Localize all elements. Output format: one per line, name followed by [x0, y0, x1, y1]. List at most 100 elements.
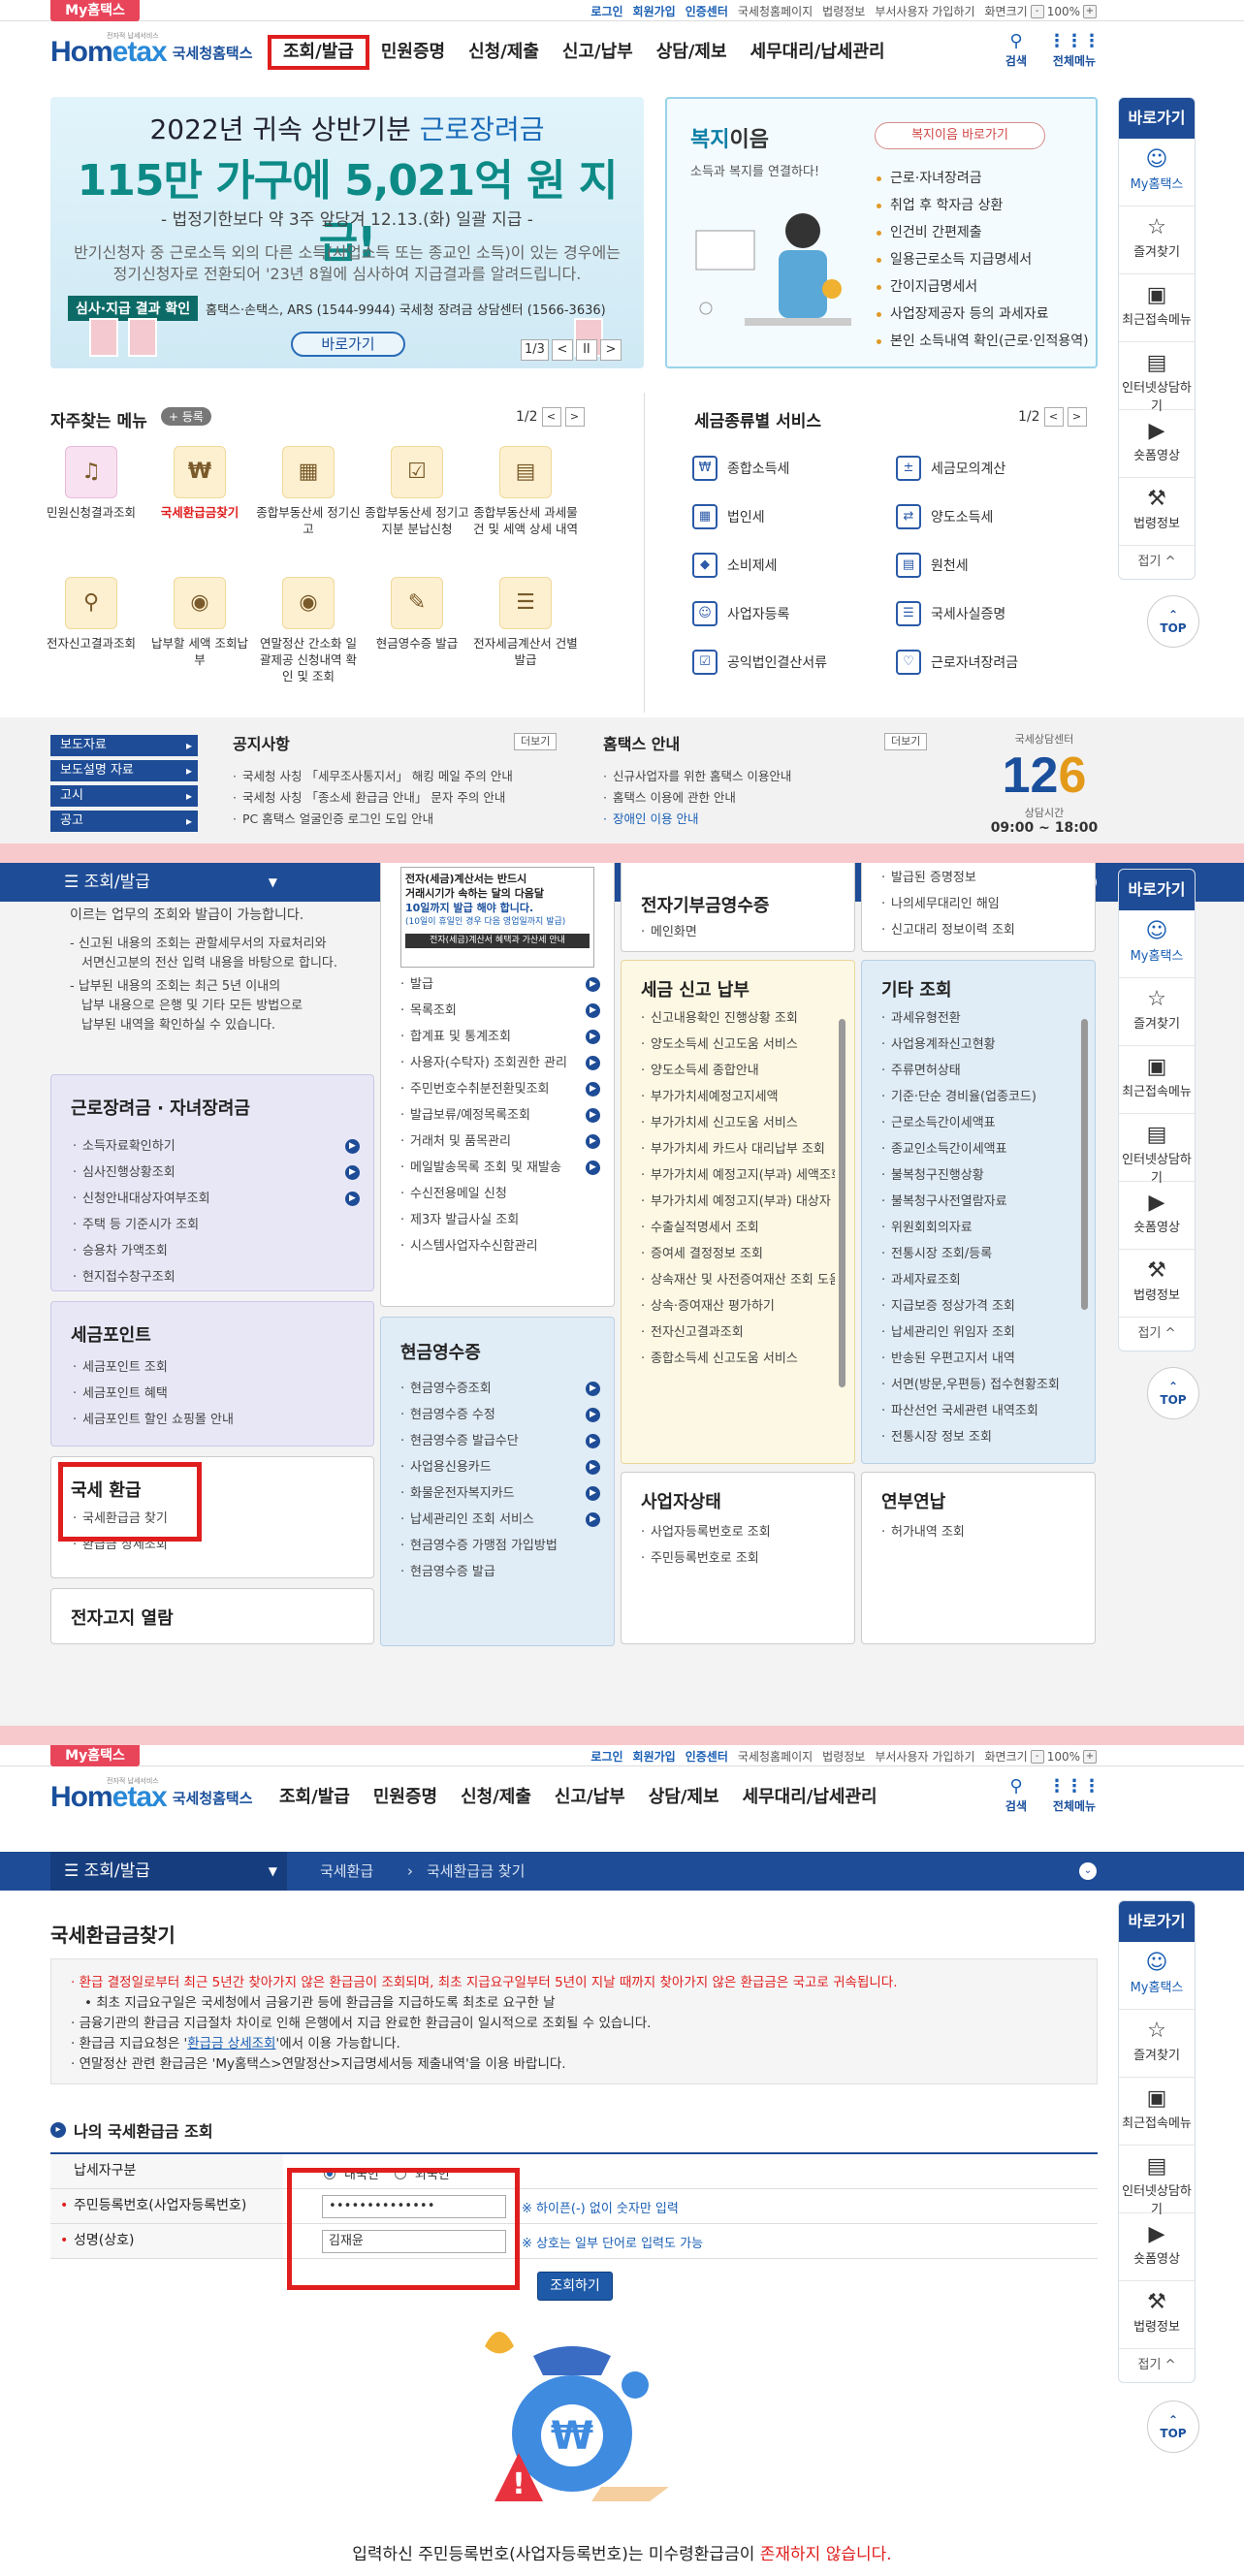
zoom-out-button[interactable]: -: [1030, 1749, 1044, 1764]
menu-link[interactable]: 수신전용메일 신청: [400, 1181, 600, 1207]
sidebar-law[interactable]: ⚒ 법령정보: [1119, 478, 1195, 546]
sidebar-shorts[interactable]: ▶ 숏폼영상: [1119, 410, 1195, 478]
sidebar-law[interactable]: ⚒ 법령정보: [1119, 2281, 1195, 2349]
tax-service-item[interactable]: ± 세금모의계산: [896, 456, 1005, 481]
nav-report-pay[interactable]: 신고/납부: [543, 1780, 637, 1815]
zoom-in-button[interactable]: +: [1083, 1749, 1097, 1764]
menu-link[interactable]: 기준·단순 경비율(업종코드): [881, 1084, 1075, 1110]
frequent-item[interactable]: ☑ 종합부동산세 정기고지분 분납신청: [365, 446, 469, 537]
menu-link[interactable]: 반송된 우편고지서 내역: [881, 1346, 1075, 1372]
welfare-item[interactable]: 인건비 간편제출: [877, 219, 1089, 246]
nav-consult[interactable]: 상담/제보: [645, 35, 739, 70]
welfare-go-button[interactable]: 복지이음 바로가기: [875, 122, 1045, 149]
menu-link[interactable]: 신청안내대상자여부조회▶: [73, 1186, 360, 1212]
hometax-guide-item[interactable]: 홈택스 이용에 관한 안내: [603, 787, 933, 809]
menu-link[interactable]: 발급보류/예정목록조회▶: [400, 1102, 600, 1129]
zoom-in-button[interactable]: +: [1083, 4, 1097, 18]
welfare-item[interactable]: 사업장제공자 등의 과세자료: [877, 301, 1089, 328]
zoom-out-button[interactable]: -: [1030, 4, 1044, 18]
frequent-item[interactable]: ◉ 연말정산 간소화 일괄제공 신청내역 확인 및 조회: [256, 577, 361, 684]
scroll-top-button[interactable]: ⌃ TOP: [1147, 595, 1199, 648]
menu-link[interactable]: 주택 등 기준시가 조회: [73, 1212, 360, 1238]
menu-link[interactable]: 종합소득세 신고도움 서비스: [641, 1346, 835, 1372]
sidebar-consult[interactable]: ▤ 인터넷상담하기: [1119, 2146, 1195, 2217]
menu-link[interactable]: 신고내용확인 진행상황 조회: [641, 1005, 835, 1032]
scrollbar[interactable]: [839, 1019, 845, 1387]
frequent-item[interactable]: ◉ 납부할 세액 조회납부: [147, 577, 252, 668]
menu-link[interactable]: 종교인소득간이세액표: [881, 1136, 1075, 1162]
banner-prev-button[interactable]: <: [551, 339, 573, 361]
menu-link[interactable]: 현금영수증 수정▶: [400, 1402, 600, 1428]
menu-link[interactable]: 현금영수증조회▶: [400, 1376, 600, 1402]
tax-service-item[interactable]: ⇄ 양도소득세: [896, 504, 993, 529]
press-tab[interactable]: 보도자료: [50, 735, 198, 756]
menu-link[interactable]: 근로소득간이세액표: [881, 1110, 1075, 1136]
menu-link[interactable]: 사용자(수탁자) 조회권한 관리▶: [400, 1050, 600, 1076]
submenu-select[interactable]: ☰ 조회/발급 ▼: [50, 863, 287, 902]
nav-tax-agent[interactable]: 세무대리/납세관리: [739, 35, 897, 70]
nav-apply-submit[interactable]: 신청/제출: [457, 35, 551, 70]
my-hometax-tab[interactable]: My홈택스: [50, 1745, 140, 1766]
scrollbar[interactable]: [1081, 1019, 1088, 1310]
frequent-item-refund[interactable]: ₩ 국세환급금찾기: [147, 446, 252, 521]
menu-link[interactable]: 전통시장 조회/등록: [881, 1241, 1075, 1267]
tax-service-item[interactable]: ☰ 국세사실증명: [896, 601, 1005, 626]
welfare-item[interactable]: 본인 소득내역 확인(근로·인적용역): [877, 328, 1089, 355]
tax-service-item[interactable]: ▦ 법인세: [692, 504, 765, 529]
menu-link[interactable]: 거래처 및 품목관리▶: [400, 1129, 600, 1155]
menu-link[interactable]: 과세유형전환: [881, 1005, 1075, 1032]
welfare-item[interactable]: 취업 후 학자금 상환: [877, 192, 1089, 219]
tax-service-item[interactable]: ☑ 공익법인결산서류: [692, 650, 827, 675]
sidebar-favorites[interactable]: ☆ 즐겨찾기: [1119, 2010, 1195, 2078]
menu-link[interactable]: 상속·증여재산 평가하기: [641, 1293, 835, 1320]
hometax-logo[interactable]: 전자적 납세서비스 Hometax 국세청홈택스: [50, 32, 253, 72]
menu-link[interactable]: 과세자료조회: [881, 1267, 1075, 1293]
sidebar-my-hometax[interactable]: ☺ My홈택스: [1119, 910, 1195, 978]
menu-link[interactable]: 납세관리인 위임자 조회: [881, 1320, 1075, 1346]
menu-link[interactable]: 합계표 및 통계조회▶: [400, 1024, 600, 1050]
banner-pause-button[interactable]: II: [575, 339, 597, 361]
menu-link[interactable]: 주류면허상태: [881, 1058, 1075, 1084]
sidebar-shorts[interactable]: ▶ 숏폼영상: [1119, 2213, 1195, 2281]
breadcrumb-item[interactable]: 국세환급: [320, 1852, 373, 1891]
frequent-next-button[interactable]: >: [564, 407, 585, 427]
notice-item[interactable]: 국세청 사칭 「세무조사통지서」 해킹 메일 주의 안내: [233, 766, 562, 787]
all-menu-button[interactable]: ⋮⋮⋮ 전체메뉴: [1048, 31, 1100, 69]
menu-link[interactable]: 발급▶: [400, 971, 600, 998]
menu-link[interactable]: 양도소득세 종합안내: [641, 1058, 835, 1084]
signup-link[interactable]: 회원가입: [633, 1748, 676, 1765]
menu-link[interactable]: 증여세 결정정보 조회: [641, 1241, 835, 1267]
menu-link[interactable]: 납세관리인 조회 서비스▶: [400, 1507, 600, 1533]
nts-home-link[interactable]: 국세청홈페이지: [738, 3, 813, 19]
hometax-logo[interactable]: 전자적 납세서비스 Hometax 국세청홈택스: [50, 1777, 253, 1817]
nav-inquiry-issue[interactable]: 조회/발급: [268, 35, 369, 70]
nav-tax-agent[interactable]: 세무대리/납세관리: [731, 1780, 889, 1815]
hometax-guide-more-button[interactable]: 더보기: [884, 733, 928, 750]
menu-link[interactable]: 위원회회의자료: [881, 1215, 1075, 1241]
frequent-item[interactable]: ▦ 종합부동산세 정기신고: [256, 446, 361, 537]
menu-link[interactable]: 상속재산 및 사전증여재산 조회 도움 서비스: [641, 1267, 835, 1293]
menu-link[interactable]: 목록조회▶: [400, 998, 600, 1024]
menu-link[interactable]: 사업용신용카드▶: [400, 1454, 600, 1480]
scroll-top-button[interactable]: ⌃ TOP: [1147, 1367, 1199, 1419]
deputy-signup-link[interactable]: 부서사용자 가입하기: [875, 1748, 974, 1765]
menu-link[interactable]: 서면(방문,우편등) 접수현황조회: [881, 1372, 1075, 1398]
sidebar-fold-button[interactable]: 접기 ^: [1119, 1318, 1195, 1351]
menu-link[interactable]: 사업용계좌신고현황: [881, 1032, 1075, 1058]
sidebar-recent[interactable]: ▣ 최근접속메뉴: [1119, 2078, 1195, 2146]
menu-link[interactable]: 화물운전자복지카드▶: [400, 1480, 600, 1507]
chevron-down-icon[interactable]: ⌄: [1079, 1862, 1097, 1880]
nav-inquiry-issue[interactable]: 조회/발급: [268, 1780, 362, 1815]
sidebar-consult[interactable]: ▤ 인터넷상담하기: [1119, 1114, 1195, 1186]
notice-more-button[interactable]: 더보기: [514, 733, 558, 750]
menu-link[interactable]: 주민번호수취분전환및조회▶: [400, 1076, 600, 1102]
menu-link[interactable]: 발급된 증명정보: [881, 865, 1081, 891]
menu-link[interactable]: 현금영수증 발급수단▶: [400, 1428, 600, 1454]
cert-center-link[interactable]: 인증센터: [686, 3, 728, 19]
scroll-top-button[interactable]: ⌃ TOP: [1147, 2401, 1199, 2453]
sidebar-consult[interactable]: ▤ 인터넷상담하기: [1119, 342, 1195, 414]
nav-apply-submit[interactable]: 신청/제출: [449, 1780, 543, 1815]
frequent-item[interactable]: ☰ 전자세금계산서 건별발급: [473, 577, 578, 668]
my-hometax-tab[interactable]: My홈택스: [50, 0, 140, 21]
sidebar-favorites[interactable]: ☆ 즐겨찾기: [1119, 978, 1195, 1046]
